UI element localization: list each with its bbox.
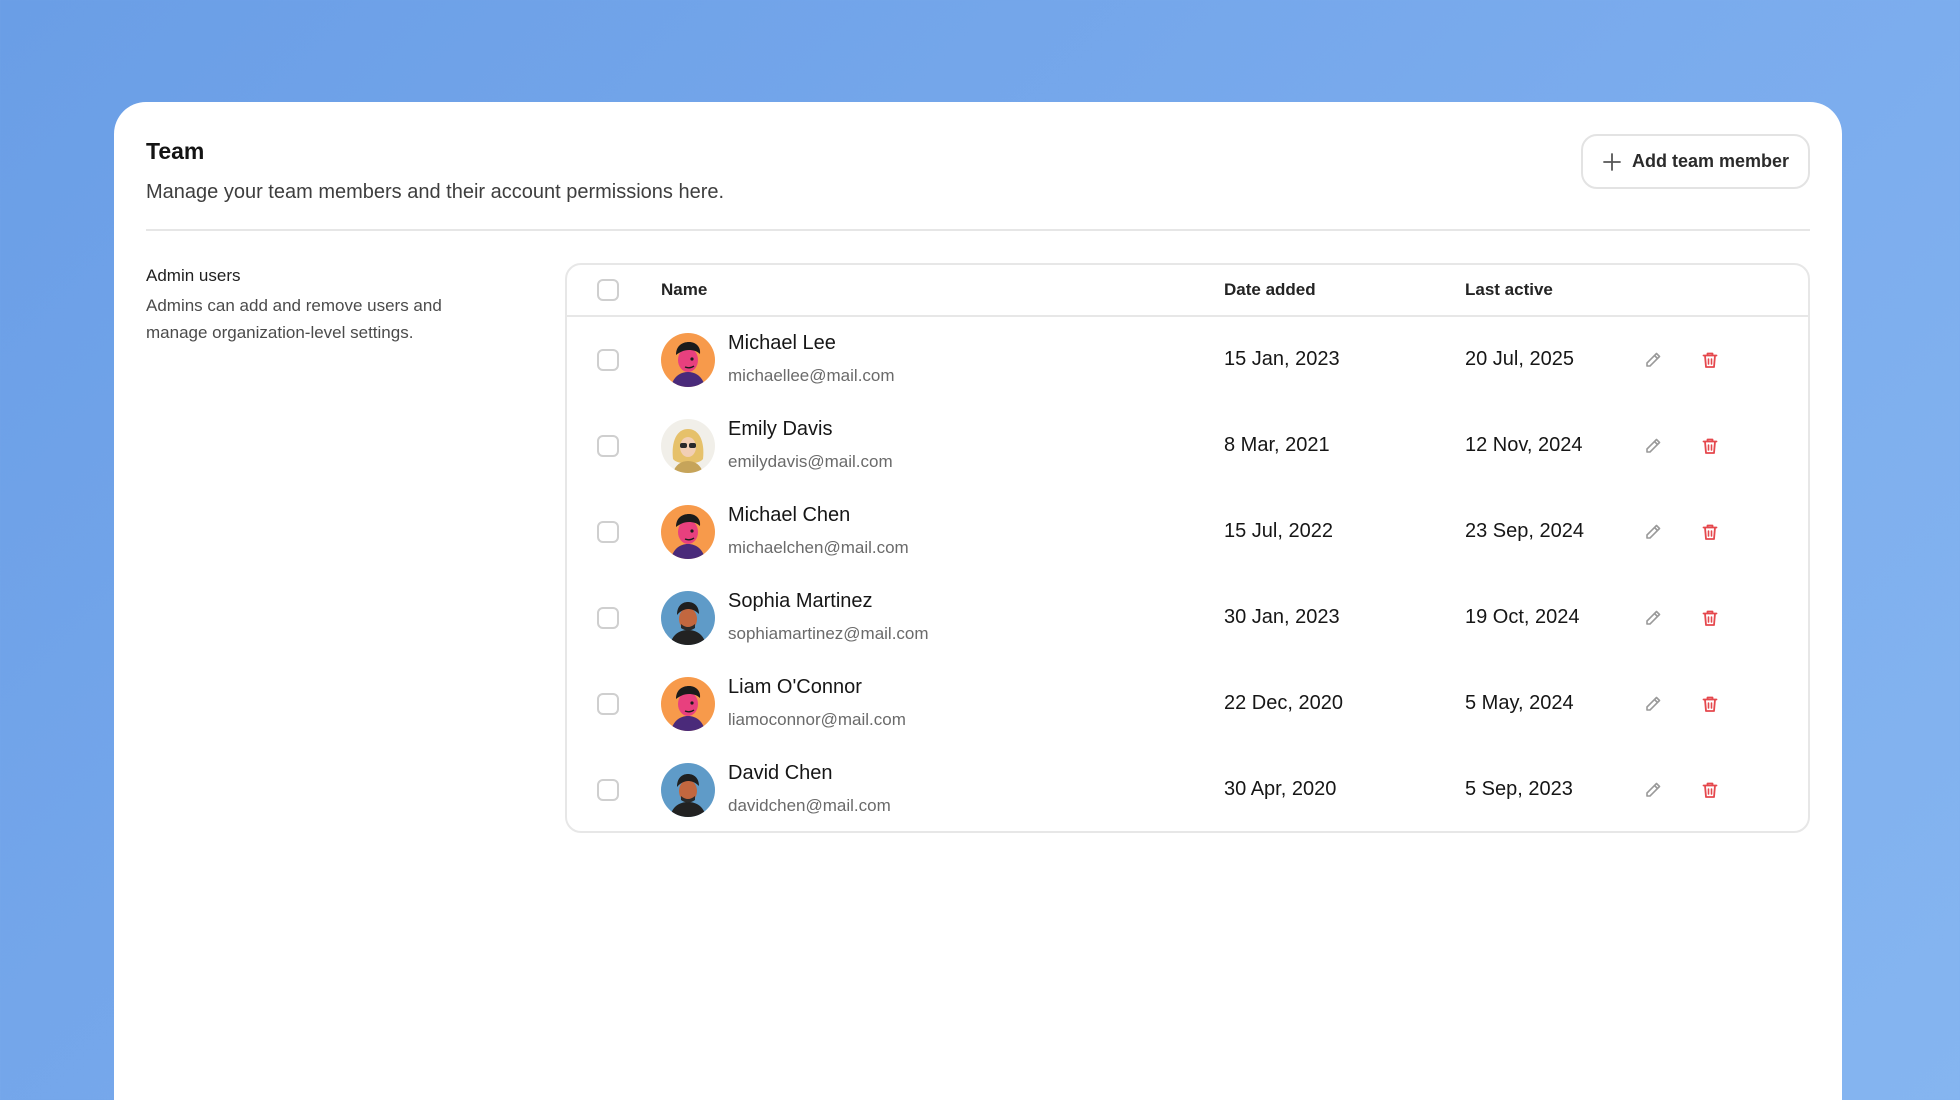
pencil-icon[interactable] — [1641, 520, 1665, 544]
column-header-name: Name — [661, 280, 708, 299]
avatar — [661, 333, 715, 387]
row-checkbox[interactable] — [597, 607, 619, 629]
user-email: davidchen@mail.com — [728, 796, 891, 815]
pencil-icon[interactable] — [1641, 606, 1665, 630]
table-row: Michael Chen michaelchen@mail.com 15 Jul, … — [567, 489, 1808, 575]
avatar — [661, 591, 715, 645]
table-row: Sophia Martinez sophiamartinez@mail.com 30… — [567, 575, 1808, 661]
pencil-icon[interactable] — [1641, 434, 1665, 458]
table-row: Emily Davis emilydavis@mail.com 8 Mar, 202… — [567, 403, 1808, 489]
date-added: 30 Apr, 2020 — [1224, 778, 1337, 800]
table-row: Liam O'Connor liamoconnor@mail.com 22 Dec,… — [567, 661, 1808, 747]
user-name: Sophia Martinez — [728, 590, 873, 612]
column-header-date-added: Date added — [1224, 280, 1316, 299]
add-team-member-button[interactable]: Add team member — [1581, 134, 1810, 189]
row-checkbox[interactable] — [597, 693, 619, 715]
row-checkbox[interactable] — [597, 779, 619, 801]
avatar — [661, 763, 715, 817]
pencil-icon[interactable] — [1641, 778, 1665, 802]
avatar — [661, 677, 715, 731]
date-added: 22 Dec, 2020 — [1224, 692, 1343, 714]
page-title: Team — [146, 138, 205, 164]
trash-icon[interactable] — [1698, 778, 1722, 802]
last-active: 5 Sep, 2023 — [1465, 778, 1573, 800]
add-team-member-label: Add team member — [1631, 151, 1790, 171]
avatar — [661, 505, 715, 559]
team-card: Team Manage your team members and their … — [114, 102, 1842, 1100]
pencil-icon[interactable] — [1641, 692, 1665, 716]
row-checkbox[interactable] — [597, 435, 619, 457]
user-name: Michael Lee — [728, 332, 836, 354]
date-added: 15 Jul, 2022 — [1224, 520, 1333, 542]
user-email: emilydavis@mail.com — [728, 452, 893, 471]
user-email: michaelchen@mail.com — [728, 538, 909, 557]
admin-users-table: Name Date added Last active Michael Lee m… — [565, 263, 1810, 833]
last-active: 12 Nov, 2024 — [1465, 434, 1583, 456]
user-name: David Chen — [728, 762, 833, 784]
select-all-checkbox[interactable] — [597, 279, 619, 301]
date-added: 15 Jan, 2023 — [1224, 348, 1340, 370]
column-header-last-active: Last active — [1465, 280, 1553, 299]
user-email: michaellee@mail.com — [728, 366, 895, 385]
last-active: 20 Jul, 2025 — [1465, 348, 1574, 370]
table-row: David Chen davidchen@mail.com 30 Apr, 2020… — [567, 747, 1808, 831]
plus-icon — [1603, 152, 1621, 171]
last-active: 5 May, 2024 — [1465, 692, 1574, 714]
trash-icon[interactable] — [1698, 348, 1722, 372]
table-row: Michael Lee michaellee@mail.com 15 Jan, 20… — [567, 317, 1808, 403]
date-added: 30 Jan, 2023 — [1224, 606, 1340, 628]
user-name: Emily Davis — [728, 418, 833, 440]
last-active: 23 Sep, 2024 — [1465, 520, 1584, 542]
section-title: Admin users — [146, 266, 241, 285]
avatar — [661, 419, 715, 473]
user-name: Michael Chen — [728, 504, 851, 526]
date-added: 8 Mar, 2021 — [1224, 434, 1330, 456]
header-divider — [146, 229, 1810, 231]
trash-icon[interactable] — [1698, 606, 1722, 630]
trash-icon[interactable] — [1698, 520, 1722, 544]
user-name: Liam O'Connor — [728, 676, 862, 698]
pencil-icon[interactable] — [1641, 348, 1665, 372]
section-description: Admins can add and remove users and mana… — [146, 296, 442, 342]
row-checkbox[interactable] — [597, 349, 619, 371]
trash-icon[interactable] — [1698, 692, 1722, 716]
user-email: liamoconnor@mail.com — [728, 710, 906, 729]
page-description: Manage your team members and their accou… — [146, 181, 725, 203]
last-active: 19 Oct, 2024 — [1465, 606, 1580, 628]
row-checkbox[interactable] — [597, 521, 619, 543]
table-header: Name Date added Last active — [567, 265, 1808, 317]
user-email: sophiamartinez@mail.com — [728, 624, 929, 643]
trash-icon[interactable] — [1698, 434, 1722, 458]
